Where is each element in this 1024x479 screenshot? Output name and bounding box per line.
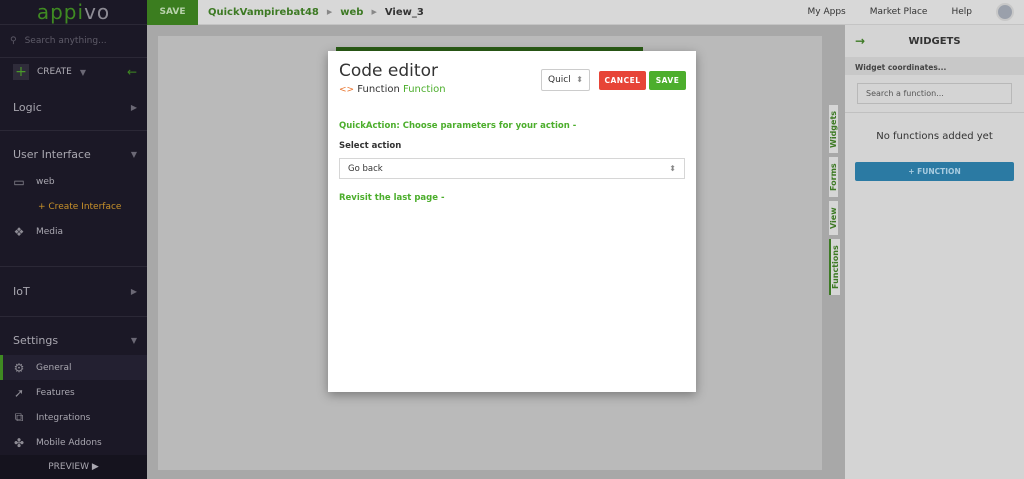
item-label: Mobile Addons bbox=[36, 437, 102, 448]
section-user-interface[interactable]: User Interface ▼ bbox=[0, 139, 147, 169]
widget-coordinates: Widget coordinates... bbox=[845, 57, 1024, 75]
appivo-logo[interactable]: appivo bbox=[0, 0, 147, 25]
sidebar-item-web[interactable]: ▭ web bbox=[0, 169, 147, 194]
select-arrows-icon: ⬍ bbox=[576, 75, 583, 84]
rocket-icon: ➚ bbox=[13, 385, 25, 400]
action-type-select[interactable]: Quicl ⬍ bbox=[541, 69, 590, 91]
save-app-button[interactable]: SAVE bbox=[147, 0, 198, 25]
code-icon: <> bbox=[339, 85, 355, 95]
chevron-right-icon: ▶ bbox=[130, 102, 137, 112]
collapse-arrow-icon[interactable]: ← bbox=[127, 65, 137, 79]
right-panel: → WIDGETS Widget coordinates... Search a … bbox=[845, 25, 1024, 479]
quickaction-heading: QuickAction: Choose parameters for your … bbox=[339, 121, 577, 131]
sidebar: appivo ⚲ Search anything... + CREATE ▼ ← Log… bbox=[0, 0, 147, 479]
sidebar-item-media[interactable]: ❖ Media bbox=[0, 219, 147, 244]
tab-view[interactable]: View bbox=[829, 201, 838, 235]
chevron-down-icon: ▼ bbox=[130, 335, 137, 345]
arrow-right-icon[interactable]: → bbox=[855, 34, 865, 48]
search-input[interactable]: ⚲ Search anything... bbox=[0, 25, 147, 58]
gear-icon: ⚙ bbox=[13, 360, 25, 375]
plus-icon: + bbox=[13, 64, 29, 80]
select-action-dropdown[interactable]: Go back ⬍ bbox=[339, 158, 685, 179]
section-label: IoT bbox=[13, 284, 30, 298]
nav-market-place[interactable]: Market Place bbox=[870, 7, 928, 17]
function-search-input[interactable]: Search a function... bbox=[857, 83, 1012, 104]
item-label: + Create Interface bbox=[38, 201, 122, 212]
top-bar: SAVE QuickVampirebat48 ▶ web ▶ View_3 My A… bbox=[147, 0, 1024, 25]
select-action-label: Select action bbox=[339, 141, 402, 151]
avatar[interactable] bbox=[996, 3, 1014, 21]
section-label: Logic bbox=[13, 100, 42, 114]
search-icon: ⚲ bbox=[10, 36, 17, 46]
chevron-down-icon: ▼ bbox=[130, 149, 137, 159]
save-button[interactable]: SAVE bbox=[649, 71, 686, 90]
empty-message: No functions added yet bbox=[845, 112, 1024, 162]
integrations-icon: ⧉ bbox=[14, 410, 24, 424]
item-label: web bbox=[36, 176, 55, 187]
subtitle-name: Function bbox=[403, 84, 446, 95]
select-arrows-icon: ⬍ bbox=[669, 164, 676, 173]
section-settings[interactable]: Settings ▼ bbox=[0, 325, 147, 355]
create-label: CREATE bbox=[37, 67, 72, 77]
create-interface-link[interactable]: + Create Interface bbox=[0, 194, 147, 219]
section-logic[interactable]: Logic ▶ bbox=[0, 92, 147, 122]
select-value: Go back bbox=[348, 164, 383, 174]
add-function-button[interactable]: + FUNCTION bbox=[855, 162, 1014, 181]
breadcrumb: QuickVampirebat48 ▶ web ▶ View_3 bbox=[208, 7, 424, 18]
breadcrumb-separator-icon: ▶ bbox=[371, 8, 377, 16]
item-label: General bbox=[36, 362, 72, 373]
subtitle-type: Function bbox=[357, 84, 400, 95]
create-button[interactable]: + CREATE ▼ ← bbox=[0, 58, 147, 86]
item-label: Media bbox=[36, 226, 64, 237]
tab-functions[interactable]: Functions bbox=[829, 239, 840, 295]
breadcrumb-app[interactable]: QuickVampirebat48 bbox=[208, 7, 319, 18]
sidebar-item-features[interactable]: ➚ Features bbox=[0, 380, 147, 405]
panel-title: WIDGETS bbox=[908, 35, 961, 47]
chevron-right-icon: ▶ bbox=[130, 286, 137, 296]
sidebar-item-integrations[interactable]: ⧉ Integrations bbox=[0, 405, 147, 430]
section-label: Settings bbox=[13, 333, 59, 347]
action-description: Revisit the last page - bbox=[339, 193, 445, 203]
tab-forms[interactable]: Forms bbox=[829, 157, 838, 197]
monitor-icon: ▭ bbox=[13, 174, 25, 189]
caret-down-icon: ▼ bbox=[79, 67, 87, 77]
search-placeholder: Search anything... bbox=[24, 36, 107, 46]
preview-button[interactable]: PREVIEW ▶ bbox=[0, 455, 147, 479]
media-icon: ❖ bbox=[13, 224, 25, 239]
nav-help[interactable]: Help bbox=[951, 7, 972, 17]
select-value: Quicl bbox=[548, 75, 571, 85]
breadcrumb-interface[interactable]: web bbox=[340, 7, 363, 18]
section-iot[interactable]: IoT ▶ bbox=[0, 276, 147, 306]
item-label: Integrations bbox=[36, 412, 91, 423]
tab-widgets[interactable]: Widgets bbox=[829, 105, 838, 153]
section-label: User Interface bbox=[13, 147, 91, 161]
cancel-button[interactable]: CANCEL bbox=[599, 71, 646, 90]
breadcrumb-separator-icon: ▶ bbox=[326, 8, 333, 16]
top-nav: My Apps Market Place Help bbox=[808, 3, 1024, 21]
sidebar-item-mobile-addons[interactable]: ✤ Mobile Addons bbox=[0, 430, 147, 455]
puzzle-icon: ✤ bbox=[13, 435, 25, 450]
item-label: Features bbox=[36, 387, 75, 398]
sidebar-item-general[interactable]: ⚙ General bbox=[0, 355, 147, 380]
vertical-tabs: Widgets Forms View Functions bbox=[829, 105, 845, 299]
breadcrumb-view: View_3 bbox=[384, 6, 424, 18]
code-editor-modal: Code editor <> Function Function Quicl ⬍ … bbox=[328, 51, 696, 392]
nav-my-apps[interactable]: My Apps bbox=[808, 7, 846, 17]
